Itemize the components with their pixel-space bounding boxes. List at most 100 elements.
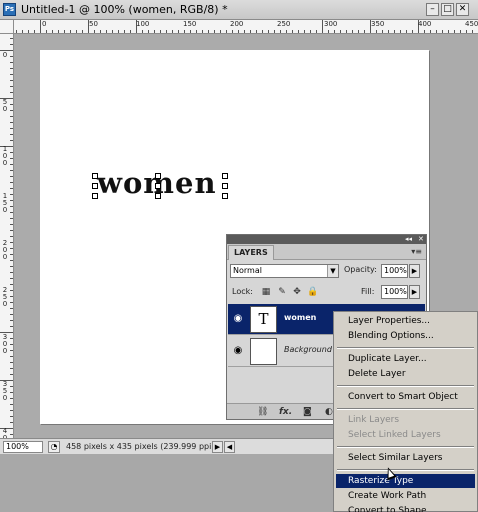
ruler-tick (10, 398, 13, 399)
ruler-tick (388, 30, 389, 33)
minimize-icon[interactable]: – (426, 3, 439, 16)
status-arrow-icon[interactable]: ▶ (212, 441, 223, 453)
ruler-tick (10, 182, 13, 183)
ruler-tick (250, 30, 251, 33)
ruler-label: 400 (418, 20, 432, 28)
chevron-down-icon[interactable]: ▼ (327, 265, 338, 277)
opacity-slider-arrow-icon[interactable]: ▶ (409, 264, 420, 278)
fx-icon[interactable]: fx. (279, 407, 292, 417)
layer-name[interactable]: Background (284, 345, 332, 354)
collapse-icon[interactable]: ◂◂ (405, 235, 412, 244)
ruler-tick (292, 30, 293, 33)
transform-handle[interactable] (222, 173, 228, 179)
vertical-ruler[interactable]: 0 5 0 1 0 0 1 5 0 2 0 0 2 5 0 3 0 0 3 5 0 4 0 0 (0, 34, 14, 438)
menu-item-delete-layer[interactable]: Delete Layer (336, 367, 475, 381)
ruler-label: 450 (465, 20, 478, 28)
menu-item-select-similar-layers[interactable]: Select Similar Layers (336, 451, 475, 465)
ruler-corner[interactable] (0, 20, 14, 34)
transform-handle[interactable] (155, 173, 161, 179)
layer-name[interactable]: women (284, 313, 316, 322)
panel-top-bar[interactable]: ◂◂ ✕ (227, 235, 426, 244)
menu-item-create-work-path[interactable]: Create Work Path (336, 489, 475, 503)
ruler-tick (394, 30, 395, 33)
transform-handle[interactable] (92, 193, 98, 199)
opacity-input[interactable]: 100% (381, 264, 408, 278)
transform-handle[interactable] (155, 183, 161, 189)
ruler-tick (112, 30, 113, 33)
ruler-tick (10, 320, 13, 321)
ruler-tick (10, 116, 13, 117)
ruler-label: 1 5 0 (2, 192, 8, 214)
ruler-label: 0 (42, 20, 47, 28)
ruler-tick (10, 230, 13, 231)
blend-mode-select[interactable]: Normal ▼ (230, 264, 339, 278)
ruler-tick (280, 30, 281, 33)
ruler-tick (16, 30, 17, 33)
ruler-tick (94, 30, 95, 33)
eye-icon[interactable]: ◉ (232, 314, 244, 324)
menu-item-convert-to-shape[interactable]: Convert to Shape (336, 504, 475, 512)
tab-layers[interactable]: LAYERS (228, 245, 274, 260)
adjustment-icon[interactable]: ◐ (325, 407, 333, 417)
ruler-tick (10, 164, 13, 165)
menu-item-layer-properties[interactable]: Layer Properties... (336, 314, 475, 328)
menu-separator (337, 469, 474, 471)
horizontal-ruler[interactable]: 0 50 100 150 200 250 300 350 400 450 (14, 20, 478, 34)
menu-item-convert-to-smart-object[interactable]: Convert to Smart Object (336, 390, 475, 404)
ruler-tick (454, 30, 455, 33)
scroll-left-icon[interactable]: ◀ (224, 441, 235, 453)
ruler-tick (364, 30, 365, 33)
ruler-tick (10, 296, 13, 297)
ruler-tick (10, 290, 13, 291)
zoom-field[interactable]: 100% (3, 441, 43, 453)
ruler-tick (10, 56, 13, 57)
close-icon[interactable]: ✕ (456, 3, 469, 16)
panel-menu-icon[interactable]: ▾≡ (411, 247, 422, 256)
ruler-label: 250 (277, 20, 291, 28)
transform-handle[interactable] (92, 183, 98, 189)
ruler-tick (322, 20, 323, 33)
ruler-tick (10, 344, 13, 345)
ruler-tick (10, 194, 13, 195)
ruler-tick (172, 30, 173, 33)
mask-icon[interactable]: ◙ (303, 407, 312, 417)
ruler-tick (10, 314, 13, 315)
ruler-tick (124, 30, 125, 33)
ruler-tick (190, 30, 191, 33)
fill-slider-arrow-icon[interactable]: ▶ (409, 285, 420, 299)
ruler-tick (448, 30, 449, 33)
menu-item-duplicate-layer[interactable]: Duplicate Layer... (336, 352, 475, 366)
eye-icon[interactable]: ◉ (232, 346, 244, 356)
ruler-label: 100 (136, 20, 150, 28)
ruler-tick (10, 410, 13, 411)
type-layer-thumbnail: T (250, 306, 277, 333)
maximize-icon[interactable]: □ (441, 3, 454, 16)
link-layers-icon[interactable]: ⛓ (257, 407, 268, 417)
close-icon[interactable]: ✕ (418, 235, 424, 244)
ruler-tick (430, 30, 431, 33)
lock-image-icon[interactable]: ✎ (277, 287, 287, 297)
ruler-tick (10, 260, 13, 261)
menu-item-rasterize-type[interactable]: Rasterize Type (336, 474, 475, 488)
ruler-label: 3 0 0 (2, 333, 8, 355)
status-menu-icon[interactable]: ◔ (48, 441, 60, 453)
ruler-tick (10, 80, 13, 81)
lock-all-icon[interactable]: 🔒 (307, 287, 318, 297)
menu-item-blending-options[interactable]: Blending Options... (336, 329, 475, 343)
ruler-tick (10, 104, 13, 105)
transform-handle[interactable] (222, 183, 228, 189)
layer-context-menu: Layer Properties... Blending Options... Du… (333, 311, 478, 512)
transform-handle[interactable] (92, 173, 98, 179)
ruler-label: 50 (89, 20, 98, 28)
ruler-tick (160, 30, 161, 33)
lock-row: Lock: ▦ ✎ ✥ 🔒 Fill: 100% ▶ (227, 284, 426, 300)
transform-handle[interactable] (155, 193, 161, 199)
lock-transparent-icon[interactable]: ▦ (261, 287, 271, 297)
photoshop-icon[interactable]: Ps (3, 3, 16, 16)
ruler-tick (58, 30, 59, 33)
ruler-label: 5 0 (2, 98, 8, 113)
ruler-tick (40, 20, 41, 33)
transform-handle[interactable] (222, 193, 228, 199)
fill-input[interactable]: 100% (381, 285, 408, 299)
lock-position-icon[interactable]: ✥ (292, 287, 302, 297)
